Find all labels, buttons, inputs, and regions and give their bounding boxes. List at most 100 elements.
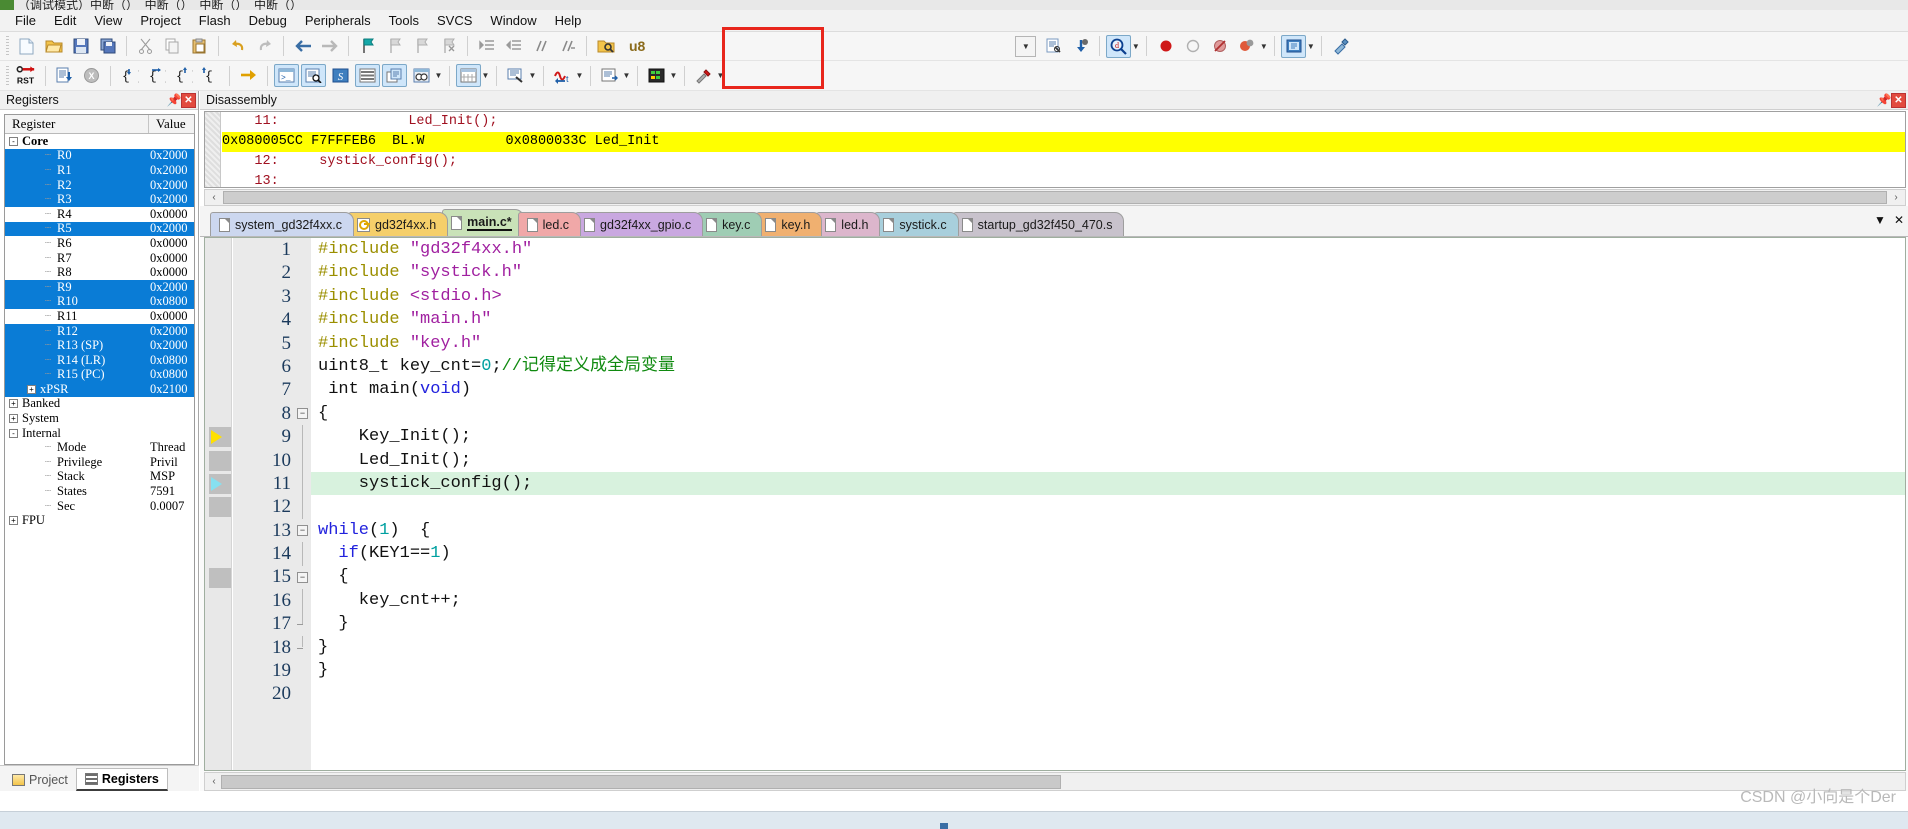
register-row[interactable]: + Banked bbox=[5, 396, 194, 412]
undo-icon[interactable] bbox=[225, 35, 250, 58]
step-over-icon[interactable]: { } bbox=[144, 64, 169, 87]
disable-breakpoint-icon[interactable] bbox=[1180, 35, 1205, 58]
bookmark-clear-icon[interactable] bbox=[436, 35, 461, 58]
register-row[interactable]: ┈ R14 (LR) 0x0800 bbox=[5, 353, 194, 368]
register-row[interactable]: ┈ R12 0x2000 bbox=[5, 324, 194, 339]
comment-icon[interactable] bbox=[528, 35, 553, 58]
code-line[interactable]: #include "systick.h" bbox=[311, 261, 1905, 284]
editor-tab-startup-gd32f450-470-s[interactable]: startup_gd32f450_470.s bbox=[952, 212, 1125, 236]
register-row[interactable]: - Internal bbox=[5, 426, 194, 441]
scroll-right-icon[interactable]: › bbox=[1889, 192, 1903, 203]
outdent-icon[interactable] bbox=[501, 35, 526, 58]
register-row[interactable]: ┈ R5 0x2000 bbox=[5, 221, 194, 237]
editor-tab-gd32f4xx-gpio-c[interactable]: gd32f4xx_gpio.c bbox=[575, 212, 704, 236]
step-out-icon[interactable]: { } bbox=[171, 64, 196, 87]
trace-window-icon[interactable] bbox=[597, 64, 622, 87]
code-line[interactable]: #include "key.h" bbox=[311, 332, 1905, 355]
register-row[interactable]: ┈ R8 0x0000 bbox=[5, 265, 194, 280]
register-row[interactable]: ┈ R7 0x0000 bbox=[5, 251, 194, 266]
disassembly-gutter[interactable] bbox=[205, 112, 221, 187]
symbols-window-icon[interactable]: S bbox=[328, 64, 353, 87]
editor-tab-key-c[interactable]: key.c bbox=[697, 212, 763, 236]
code-line[interactable]: { bbox=[311, 565, 1905, 588]
editor-tab-systick-c[interactable]: systick.c bbox=[874, 212, 959, 236]
code-line[interactable]: { bbox=[311, 402, 1905, 425]
uncomment-icon[interactable] bbox=[555, 35, 580, 58]
cut-icon[interactable] bbox=[133, 35, 158, 58]
watch-window-icon[interactable] bbox=[409, 64, 434, 87]
register-row[interactable]: ┈ R10 0x0800 bbox=[5, 294, 194, 310]
configure-icon[interactable] bbox=[1328, 35, 1353, 58]
chevron-down-icon[interactable]: ▼ bbox=[480, 64, 491, 87]
code-line[interactable]: } bbox=[311, 659, 1905, 682]
navigate-back-icon[interactable] bbox=[290, 35, 315, 58]
disassembly-lines[interactable]: 11: Led_Init(); 0x080005CC F7FFFEB6 BL.W … bbox=[222, 112, 1905, 187]
toolbar-grip[interactable] bbox=[6, 36, 9, 56]
editor-tab-led-c[interactable]: led.c bbox=[517, 212, 582, 236]
register-row[interactable]: ┈ R6 0x0000 bbox=[5, 236, 194, 251]
insert-watch-icon[interactable] bbox=[1041, 35, 1066, 58]
pin-icon[interactable]: 📌 bbox=[1877, 93, 1892, 108]
gutter-marker-box[interactable] bbox=[209, 450, 231, 471]
expand-toggle-icon[interactable]: + bbox=[9, 516, 18, 526]
chevron-down-icon[interactable]: ▼ bbox=[668, 64, 679, 87]
run-icon[interactable] bbox=[52, 64, 77, 87]
expand-toggle-icon[interactable]: + bbox=[9, 414, 18, 424]
toolbox-icon[interactable] bbox=[691, 64, 716, 87]
redo-icon[interactable] bbox=[252, 35, 277, 58]
register-row[interactable]: ┈ Sec 0.0007 bbox=[5, 499, 194, 514]
register-row[interactable]: + FPU bbox=[5, 513, 194, 528]
breakpoint-icon[interactable] bbox=[1153, 35, 1178, 58]
bookmark-prev-icon[interactable] bbox=[382, 35, 407, 58]
register-row[interactable]: ┈ R15 (PC) 0x0800 bbox=[5, 367, 194, 383]
editor-tab-main-c-[interactable]: main.c* bbox=[442, 209, 524, 236]
close-icon[interactable]: ✕ bbox=[181, 92, 196, 108]
pin-icon[interactable]: 📌 bbox=[167, 93, 182, 108]
disassembly-line[interactable]: 12: systick_config(); bbox=[222, 152, 1905, 172]
paste-icon[interactable] bbox=[187, 35, 212, 58]
show-next-statement-icon[interactable] bbox=[236, 64, 261, 87]
new-file-icon[interactable] bbox=[14, 35, 39, 58]
disassembly-line[interactable]: 11: Led_Init(); bbox=[222, 112, 1905, 132]
register-row[interactable]: ┈ R2 0x2000 bbox=[5, 178, 194, 193]
code-line[interactable]: #include "main.h" bbox=[311, 308, 1905, 331]
menu-tools[interactable]: Tools bbox=[380, 11, 428, 30]
chevron-down-icon[interactable]: ▼ bbox=[715, 64, 726, 87]
kill-breakpoints-icon[interactable] bbox=[1207, 35, 1232, 58]
serial-window-icon[interactable] bbox=[503, 64, 528, 87]
scroll-thumb[interactable] bbox=[223, 191, 1887, 204]
menu-debug[interactable]: Debug bbox=[240, 11, 296, 30]
chevron-down-icon[interactable]: ▼ bbox=[621, 64, 632, 87]
run-to-cursor-icon[interactable]: { } bbox=[198, 64, 223, 87]
fold-collapse-icon[interactable]: − bbox=[297, 524, 308, 536]
chevron-down-icon[interactable]: ▼ bbox=[574, 64, 585, 87]
fold-collapse-icon[interactable]: − bbox=[297, 571, 308, 583]
call-stack-window-icon[interactable] bbox=[382, 64, 407, 87]
register-row[interactable]: ┈ R0 0x2000 bbox=[5, 148, 194, 164]
register-row[interactable]: ┈ Privilege Privil bbox=[5, 455, 194, 470]
menu-view[interactable]: View bbox=[85, 11, 131, 30]
breakpoint-gutter[interactable] bbox=[205, 238, 232, 770]
expand-toggle-icon[interactable]: + bbox=[27, 384, 36, 394]
memory-window-icon[interactable] bbox=[456, 64, 481, 87]
code-line[interactable]: int main(void) bbox=[311, 378, 1905, 401]
tab-project[interactable]: Project bbox=[4, 768, 76, 791]
editor-tab-system-gd32f4xx-c[interactable]: system_gd32f4xx.c bbox=[210, 212, 354, 236]
editor-tabbar[interactable]: system_gd32f4xx.c gd32f4xx.h main.c* led.c g… bbox=[200, 206, 1908, 237]
registers-row-list[interactable]: - Core ┈ R0 0x2000 ┈ R1 0x2000 ┈ R2 0x2000 ┈ R3 0x200… bbox=[5, 134, 194, 528]
menu-edit[interactable]: Edit bbox=[45, 11, 85, 30]
code-line[interactable]: key_cnt++; bbox=[311, 589, 1905, 612]
copy-icon[interactable] bbox=[160, 35, 185, 58]
stop-icon[interactable]: X bbox=[79, 64, 104, 87]
debug-bookmark-icon[interactable] bbox=[1068, 35, 1093, 58]
expand-toggle-icon[interactable]: + bbox=[9, 399, 18, 409]
code-line[interactable]: } bbox=[311, 636, 1905, 659]
chevron-down-icon[interactable]: ▼ bbox=[1305, 35, 1316, 58]
navigate-forward-icon[interactable] bbox=[317, 35, 342, 58]
gutter-marker-box[interactable] bbox=[209, 497, 231, 518]
menu-file[interactable]: File bbox=[6, 11, 45, 30]
scroll-left-icon[interactable]: ‹ bbox=[207, 192, 221, 203]
editor-tab-gd32f4xx-h[interactable]: gd32f4xx.h bbox=[348, 212, 449, 236]
reset-icon[interactable]: RST bbox=[14, 64, 39, 87]
registers-window-icon[interactable] bbox=[355, 64, 380, 87]
